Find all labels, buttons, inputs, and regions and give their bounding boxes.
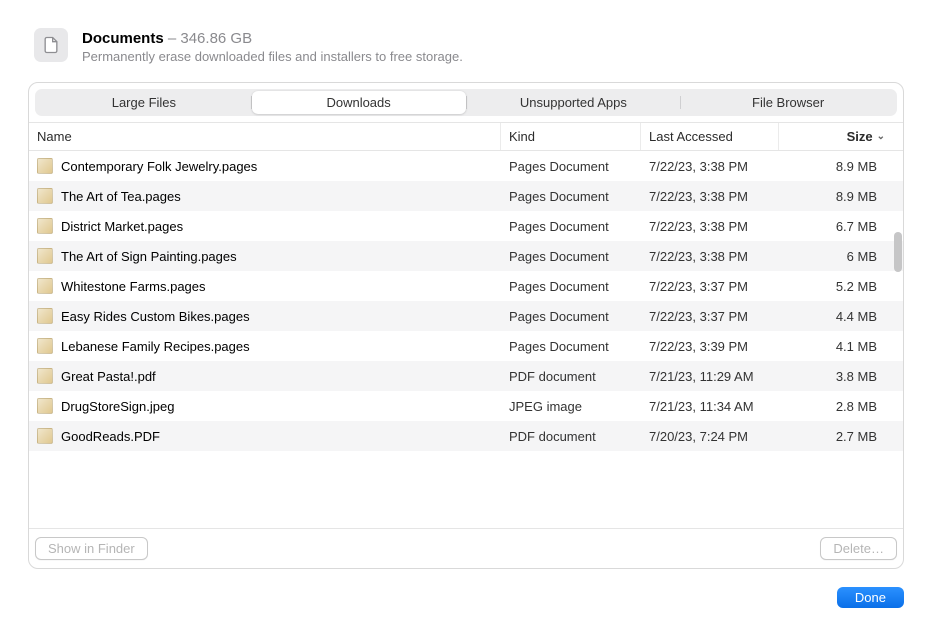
file-last-accessed: 7/21/23, 11:29 AM [641,369,779,384]
tab-bar: Large Files Downloads Unsupported Apps F… [35,89,897,116]
file-name: The Art of Tea.pages [61,189,181,204]
file-icon [37,308,53,324]
table-row[interactable]: Lebanese Family Recipes.pages Pages Docum… [29,331,903,361]
file-size: 2.7 MB [779,429,903,444]
table-header: Name Kind Last Accessed Size ⌄ [29,123,903,151]
file-kind: Pages Document [501,189,641,204]
header: Documents – 346.86 GB Permanently erase … [0,0,932,82]
done-button[interactable]: Done [837,587,904,608]
column-last-accessed[interactable]: Last Accessed [641,123,779,150]
table-row[interactable]: Contemporary Folk Jewelry.pages Pages Doc… [29,151,903,181]
file-icon [37,218,53,234]
tab-file-browser[interactable]: File Browser [681,91,895,114]
scrollbar[interactable] [894,232,902,272]
file-size: 8.9 MB [779,159,903,174]
file-kind: Pages Document [501,219,641,234]
file-icon [37,368,53,384]
file-last-accessed: 7/22/23, 3:38 PM [641,219,779,234]
title-name: Documents [82,30,164,47]
file-kind: JPEG image [501,399,641,414]
file-icon [37,188,53,204]
file-last-accessed: 7/22/23, 3:38 PM [641,249,779,264]
file-kind: PDF document [501,369,641,384]
table-row[interactable]: District Market.pages Pages Document7/22/… [29,211,903,241]
file-name: The Art of Sign Painting.pages [61,249,237,264]
file-icon [37,158,53,174]
tab-large-files[interactable]: Large Files [37,91,251,114]
file-last-accessed: 7/22/23, 3:38 PM [641,159,779,174]
file-size: 6.7 MB [779,219,903,234]
table-row[interactable]: DrugStoreSign.jpeg JPEG image7/21/23, 11:… [29,391,903,421]
file-icon [37,398,53,414]
file-size: 4.4 MB [779,309,903,324]
file-last-accessed: 7/20/23, 7:24 PM [641,429,779,444]
file-name: District Market.pages [61,219,183,234]
file-name: Easy Rides Custom Bikes.pages [61,309,250,324]
file-last-accessed: 7/22/23, 3:39 PM [641,339,779,354]
title-size: 346.86 GB [180,30,252,47]
subtitle: Permanently erase downloaded files and i… [82,49,463,64]
file-size: 6 MB [779,249,903,264]
chevron-down-icon: ⌄ [877,131,885,142]
column-size[interactable]: Size ⌄ [779,123,903,150]
page-title: Documents – 346.86 GB [82,28,463,49]
file-kind: PDF document [501,429,641,444]
show-in-finder-button[interactable]: Show in Finder [35,537,148,560]
file-size: 3.8 MB [779,369,903,384]
file-size: 2.8 MB [779,399,903,414]
file-kind: Pages Document [501,159,641,174]
tab-downloads[interactable]: Downloads [252,91,466,114]
delete-button[interactable]: Delete… [820,537,897,560]
file-name: DrugStoreSign.jpeg [61,399,174,414]
file-kind: Pages Document [501,339,641,354]
tab-unsupported-apps[interactable]: Unsupported Apps [467,91,681,114]
file-last-accessed: 7/21/23, 11:34 AM [641,399,779,414]
file-name: Contemporary Folk Jewelry.pages [61,159,257,174]
file-size: 5.2 MB [779,279,903,294]
file-name: Lebanese Family Recipes.pages [61,339,250,354]
table-row[interactable]: Great Pasta!.pdf PDF document7/21/23, 11:… [29,361,903,391]
file-last-accessed: 7/22/23, 3:37 PM [641,309,779,324]
table-row[interactable]: Easy Rides Custom Bikes.pages Pages Docum… [29,301,903,331]
table-row[interactable]: The Art of Tea.pages Pages Document7/22/2… [29,181,903,211]
file-last-accessed: 7/22/23, 3:37 PM [641,279,779,294]
file-last-accessed: 7/22/23, 3:38 PM [641,189,779,204]
table-row[interactable]: Whitestone Farms.pages Pages Document7/22… [29,271,903,301]
file-kind: Pages Document [501,249,641,264]
column-name[interactable]: Name [29,123,501,150]
file-icon [37,338,53,354]
table-body[interactable]: Contemporary Folk Jewelry.pages Pages Doc… [29,151,903,528]
documents-icon [34,28,68,62]
table-row[interactable]: The Art of Sign Painting.pages Pages Docu… [29,241,903,271]
file-icon [37,428,53,444]
file-kind: Pages Document [501,309,641,324]
table-row[interactable]: GoodReads.PDF PDF document7/20/23, 7:24 P… [29,421,903,451]
column-kind[interactable]: Kind [501,123,641,150]
file-icon [37,248,53,264]
file-kind: Pages Document [501,279,641,294]
file-size: 8.9 MB [779,189,903,204]
file-name: Whitestone Farms.pages [61,279,206,294]
file-name: GoodReads.PDF [61,429,160,444]
file-icon [37,278,53,294]
file-size: 4.1 MB [779,339,903,354]
file-name: Great Pasta!.pdf [61,369,156,384]
